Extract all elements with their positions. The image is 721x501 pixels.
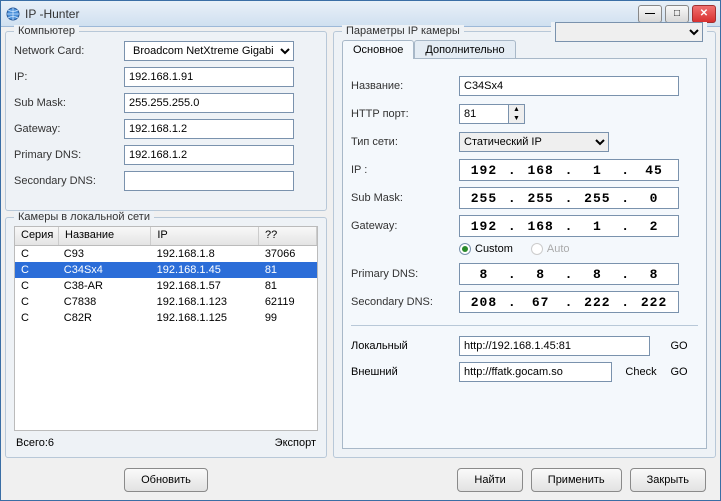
camera-submask-label: Sub Mask: xyxy=(351,192,459,204)
apply-button[interactable]: Применить xyxy=(531,468,622,492)
local-go-link[interactable]: GO xyxy=(660,340,698,352)
right-column: Параметры IP камеры Основное Дополнитель… xyxy=(333,31,716,496)
app-window: IP -Hunter — □ ✕ Компьютер Network Card:… xyxy=(0,0,721,501)
http-port-label: HTTP порт: xyxy=(351,108,459,120)
network-card-select[interactable]: Broadcom NetXtreme Gigabit Ethe xyxy=(124,41,294,61)
nettype-select[interactable]: Статический IP xyxy=(459,132,609,152)
table-row[interactable]: CC34Sx4192.168.1.4581 xyxy=(15,262,317,278)
camera-select[interactable] xyxy=(555,22,703,42)
computer-submask-input[interactable] xyxy=(124,93,294,113)
params-legend: Параметры IP камеры xyxy=(342,25,464,37)
camera-pdns-input[interactable]: 8.8.8.8 xyxy=(459,263,679,285)
find-button[interactable]: Найти xyxy=(457,468,522,492)
computer-pdns-label: Primary DNS: xyxy=(14,149,124,161)
cameras-legend: Камеры в локальной сети xyxy=(14,211,154,223)
params-tabs: Основное Дополнительно xyxy=(342,40,707,59)
ext-url-label: Внешний xyxy=(351,366,459,378)
camera-sdns-label: Secondary DNS: xyxy=(351,296,459,308)
camera-sdns-input[interactable]: 208.67.222.222 xyxy=(459,291,679,313)
col-port[interactable]: ?? xyxy=(259,227,317,245)
right-button-row: Найти Применить Закрыть xyxy=(333,464,716,496)
network-card-label: Network Card: xyxy=(14,45,124,57)
computer-submask-label: Sub Mask: xyxy=(14,97,124,109)
spin-down-icon[interactable]: ▼ xyxy=(509,114,524,123)
camera-pdns-label: Primary DNS: xyxy=(351,268,459,280)
computer-sdns-label: Secondary DNS: xyxy=(14,175,124,187)
camera-name-label: Название: xyxy=(351,80,459,92)
app-icon xyxy=(5,6,21,22)
camera-list-header: Серия Название IP ?? xyxy=(14,226,318,246)
table-row[interactable]: CC38-AR192.168.1.5781 xyxy=(15,278,317,294)
params-group: Параметры IP камеры Основное Дополнитель… xyxy=(333,31,716,458)
spin-up-icon[interactable]: ▲ xyxy=(509,105,524,114)
ext-go-link[interactable]: GO xyxy=(660,366,698,378)
computer-group: Компьютер Network Card: Broadcom NetXtre… xyxy=(5,31,327,211)
table-row[interactable]: CC7838192.168.1.12362119 xyxy=(15,294,317,310)
col-series[interactable]: Серия xyxy=(15,227,59,245)
table-row[interactable]: CC82R192.168.1.12599 xyxy=(15,310,317,326)
table-row[interactable]: CC93192.168.1.837066 xyxy=(15,246,317,262)
radio-auto: Auto xyxy=(531,243,570,255)
col-name[interactable]: Название xyxy=(59,227,151,245)
local-url-input[interactable] xyxy=(459,336,650,356)
local-url-label: Локальный xyxy=(351,340,459,352)
ext-check-link[interactable]: Check xyxy=(622,366,660,378)
left-button-row: Обновить xyxy=(5,464,327,496)
export-link[interactable]: Экспорт xyxy=(275,437,316,449)
radio-custom[interactable]: Custom xyxy=(459,243,513,255)
close-window-button[interactable]: ✕ xyxy=(692,5,716,23)
computer-gateway-label: Gateway: xyxy=(14,123,124,135)
refresh-button[interactable]: Обновить xyxy=(124,468,208,492)
tab-panel-main: Название: HTTP порт: ▲▼ Тип сети: Статич… xyxy=(342,58,707,449)
content-area: Компьютер Network Card: Broadcom NetXtre… xyxy=(1,27,720,500)
http-port-input[interactable] xyxy=(459,104,509,124)
total-count: Всего:6 xyxy=(16,437,54,449)
maximize-button[interactable]: □ xyxy=(665,5,689,23)
computer-pdns-input[interactable] xyxy=(124,145,294,165)
close-button[interactable]: Закрыть xyxy=(630,468,706,492)
camera-gateway-input[interactable]: 192.168.1.2 xyxy=(459,215,679,237)
left-column: Компьютер Network Card: Broadcom NetXtre… xyxy=(5,31,327,496)
camera-list[interactable]: CC93192.168.1.837066CC34Sx4192.168.1.458… xyxy=(14,246,318,431)
computer-gateway-input[interactable] xyxy=(124,119,294,139)
camera-ip-label: IP : xyxy=(351,164,459,176)
radio-dot-icon xyxy=(531,243,543,255)
cameras-group: Камеры в локальной сети Серия Название I… xyxy=(5,217,327,458)
camera-ip-input[interactable]: 192.168.1.45 xyxy=(459,159,679,181)
tab-main[interactable]: Основное xyxy=(342,40,414,59)
minimize-button[interactable]: — xyxy=(638,5,662,23)
camera-gateway-label: Gateway: xyxy=(351,220,459,232)
tab-extra[interactable]: Дополнительно xyxy=(414,40,515,59)
radio-dot-icon xyxy=(459,243,471,255)
computer-sdns-input[interactable] xyxy=(124,171,294,191)
computer-legend: Компьютер xyxy=(14,25,79,37)
separator xyxy=(351,325,698,326)
nettype-label: Тип сети: xyxy=(351,136,459,148)
window-title: IP -Hunter xyxy=(25,7,638,21)
camera-name-input[interactable] xyxy=(459,76,679,96)
camera-submask-input[interactable]: 255.255.255.0 xyxy=(459,187,679,209)
http-port-spinner[interactable]: ▲▼ xyxy=(509,104,525,124)
ext-url-input[interactable] xyxy=(459,362,612,382)
computer-ip-label: IP: xyxy=(14,71,124,83)
col-ip[interactable]: IP xyxy=(151,227,259,245)
computer-ip-input[interactable] xyxy=(124,67,294,87)
